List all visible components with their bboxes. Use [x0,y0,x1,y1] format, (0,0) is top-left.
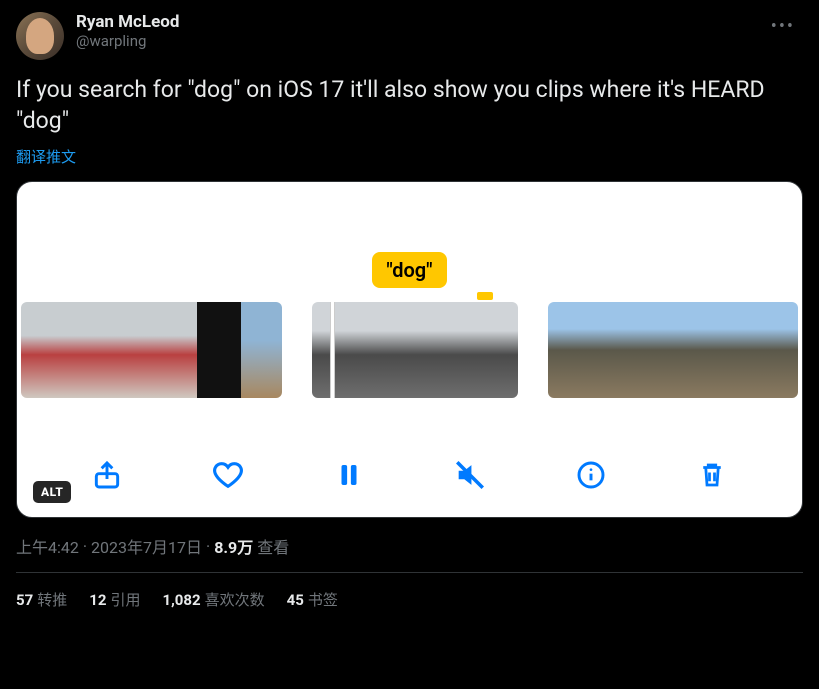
clip-thumbnail [364,302,416,398]
clip-thumbnail [416,302,468,398]
delete-button[interactable] [692,455,732,495]
clip-thumbnail [716,302,758,398]
tweet-time: 上午4:42 [16,534,79,558]
bookmarks-stat[interactable]: 45书签 [287,589,338,610]
timeline-marker [477,292,493,300]
tweet-date: 2023年7月17日 [91,534,202,558]
retweets-label: 转推 [37,591,67,609]
views-count: 8.9万 [214,534,253,558]
pause-button[interactable] [329,455,369,495]
clip-group[interactable] [312,302,518,398]
media-toolbar [17,455,802,495]
clip-thumbnail [758,302,798,398]
quotes-stat[interactable]: 12引用 [89,589,140,610]
views-label: 查看 [257,534,289,558]
more-options-button[interactable]: ••• [763,12,803,41]
quotes-count: 12 [89,591,106,609]
clip-thumbnail [197,302,241,398]
clip-thumbnail [312,302,364,398]
clip-thumbnail [674,302,716,398]
tweet-meta[interactable]: 上午4:42 · 2023年7月17日 · 8.9万 查看 [16,534,803,558]
info-button[interactable] [571,455,611,495]
clip-thumbnail [109,302,153,398]
share-icon [91,459,123,491]
playhead[interactable] [330,302,335,398]
retweets-count: 57 [16,591,33,609]
bookmarks-count: 45 [287,591,304,609]
alt-badge[interactable]: ALT [33,481,71,503]
display-name: Ryan McLeod [76,12,179,32]
clip-thumbnail [21,302,65,398]
likes-stat[interactable]: 1,082 喜欢次数 [162,589,264,610]
likes-count: 1,082 [162,591,200,609]
clip-thumbnail [468,302,518,398]
clip-thumbnail [590,302,632,398]
retweets-stat[interactable]: 57转推 [16,589,67,610]
search-chip-wrap: "dog" [17,252,802,288]
translate-link[interactable]: 翻译推文 [16,146,803,167]
clip-group[interactable] [21,302,282,398]
speaker-muted-icon [453,458,487,492]
search-chip: "dog" [372,252,446,288]
clip-thumbnail [65,302,109,398]
tweet-text: If you search for "dog" on iOS 17 it'll … [16,74,803,136]
tweet-container: Ryan McLeod @warpling ••• If you search … [0,0,819,626]
info-icon [575,459,607,491]
clip-group[interactable] [548,302,798,398]
clip-thumbnail [153,302,197,398]
mute-button[interactable] [450,455,490,495]
meta-separator: · [206,537,210,556]
meta-separator: · [83,537,87,556]
media-card[interactable]: "dog" [16,181,803,518]
heart-icon [211,458,245,492]
user-name-block[interactable]: Ryan McLeod @warpling [76,12,179,50]
likes-label: 喜欢次数 [205,591,265,609]
clip-thumbnail [632,302,674,398]
quotes-label: 引用 [110,591,140,609]
user-handle: @warpling [76,32,179,50]
avatar[interactable] [16,12,64,60]
trash-icon [697,460,727,490]
clip-thumbnail [548,302,590,398]
like-button[interactable] [208,455,248,495]
share-button[interactable] [87,455,127,495]
video-timeline[interactable] [17,302,802,398]
bookmarks-label: 书签 [308,591,338,609]
pause-icon [334,460,364,490]
tweet-header: Ryan McLeod @warpling ••• [16,12,803,60]
tweet-stats: 57转推 12引用 1,082 喜欢次数 45书签 [16,573,803,626]
clip-thumbnail [241,302,282,398]
